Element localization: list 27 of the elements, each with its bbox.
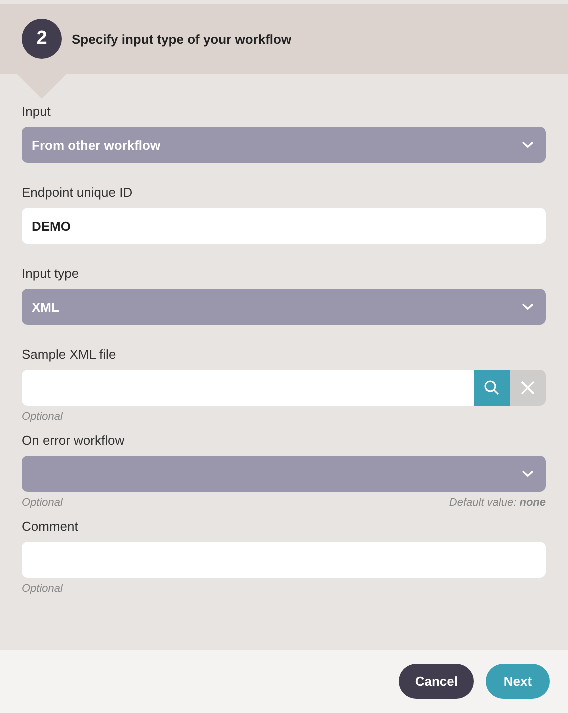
hint-text: Optional [22,411,63,423]
close-icon [521,381,535,395]
dropdown[interactable]: From other workflow [22,127,546,163]
field-label: Input [22,104,52,119]
input-field[interactable] [22,370,474,406]
step-title: Specify input type of your workflow [72,32,292,46]
dropdown[interactable] [22,456,546,492]
field-label: Endpoint unique ID [22,185,134,200]
next-button[interactable]: Next [486,664,550,699]
field-label: On error workflow [22,433,126,448]
field-label: Input type [22,266,80,281]
step-number: 2 [22,19,62,59]
search-button[interactable] [474,370,510,406]
hint-text: Optional [22,583,63,595]
search-icon [484,380,500,396]
chevron-down-icon [522,303,534,311]
dropdown[interactable]: XML [22,289,546,325]
field-label: Comment [22,519,80,534]
default-value-text: Default value: none [449,497,546,509]
hint-text: Optional [22,497,63,509]
field-label: Sample XML file [22,347,118,362]
chevron-down-icon [522,141,534,149]
chevron-down-icon [522,470,534,478]
cancel-button[interactable]: Cancel [399,664,474,699]
input-field[interactable] [22,542,546,578]
clear-button[interactable] [510,370,546,406]
input-field[interactable]: DEMO [22,208,546,244]
